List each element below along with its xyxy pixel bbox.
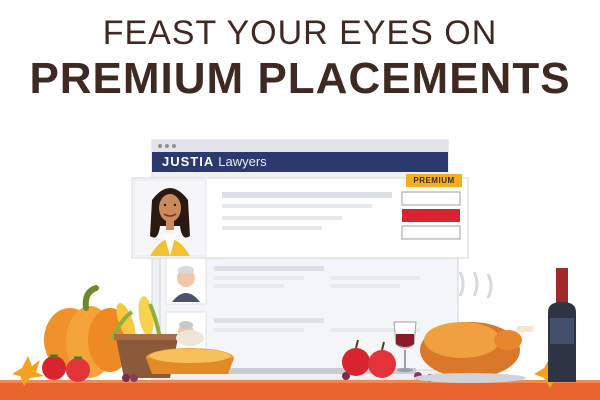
cta-box-red — [402, 209, 460, 222]
premium-badge: PREMIUM — [406, 174, 462, 187]
brand-suffix: Lawyers — [218, 154, 267, 169]
illustration — [0, 139, 600, 400]
cta-box-top — [401, 191, 461, 206]
premium-listing-card — [131, 177, 469, 259]
cta-box-bottom — [401, 225, 461, 240]
wine-bottle-icon — [548, 268, 576, 382]
brand-name: JUSTIA — [162, 154, 215, 169]
brand-logo: JUSTIA Lawyers — [162, 152, 267, 172]
